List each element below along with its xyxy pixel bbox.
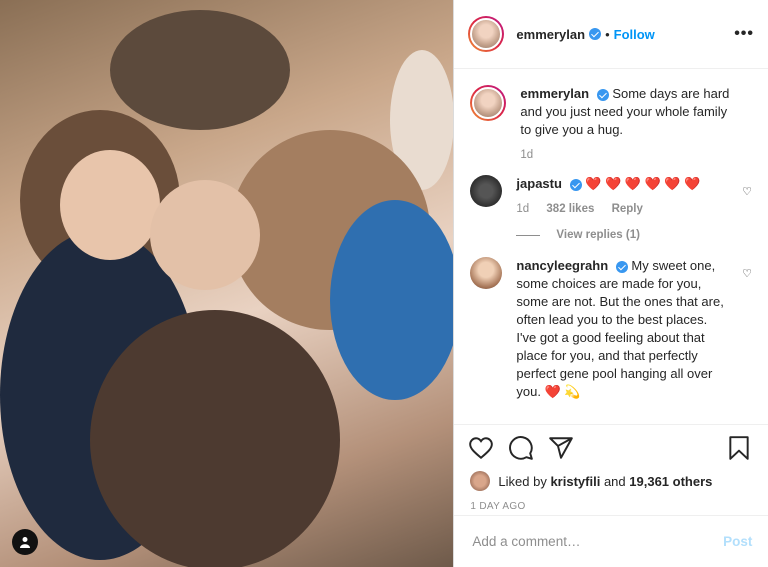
post-header: emmerylan • Follow ••• xyxy=(454,0,768,69)
bookmark-icon[interactable] xyxy=(726,435,752,461)
post-side-panel: emmerylan • Follow ••• emmerylan Some da… xyxy=(453,0,768,567)
comment-text: ❤️ ❤️ ❤️ ❤️ ❤️ ❤️ xyxy=(585,176,701,191)
comments-list: emmerylan Some days are hard and you jus… xyxy=(454,69,768,440)
caption-username[interactable]: emmerylan xyxy=(520,86,589,101)
author-avatar[interactable] xyxy=(470,85,507,121)
view-replies-button[interactable]: View replies (1) xyxy=(516,229,752,241)
comment-input[interactable] xyxy=(470,533,724,550)
view-replies-label: View replies (1) xyxy=(556,229,640,241)
comment-age[interactable]: 1d xyxy=(516,203,529,215)
photo-shape xyxy=(110,10,290,130)
instagram-post: emmerylan • Follow ••• emmerylan Some da… xyxy=(0,0,768,567)
likes-others[interactable]: 19,361 others xyxy=(629,474,712,489)
liker-username[interactable]: kristyfili xyxy=(550,474,600,489)
liker-avatar[interactable] xyxy=(470,471,491,491)
comment-text: My sweet one, some choices are made for … xyxy=(516,258,724,399)
comment-like-heart-icon[interactable]: ♡ xyxy=(742,185,752,198)
commenter-username[interactable]: japastu xyxy=(516,176,562,191)
photo-shape xyxy=(150,180,260,290)
photo-shape xyxy=(330,200,454,400)
likes-and: and xyxy=(603,473,626,489)
replies-divider xyxy=(516,234,541,236)
comment-icon[interactable] xyxy=(508,435,534,461)
author-username[interactable]: emmerylan xyxy=(516,27,585,42)
author-avatar[interactable] xyxy=(468,16,505,52)
commenter-username[interactable]: nancyleegrahn xyxy=(516,258,608,273)
reply-button[interactable]: Reply xyxy=(612,203,643,215)
comment-likes[interactable]: 382 likes xyxy=(546,203,594,215)
separator: • xyxy=(605,26,610,42)
heart-icon[interactable] xyxy=(468,435,494,461)
commenter-avatar[interactable] xyxy=(470,175,503,207)
caption-age: 1d xyxy=(520,149,534,161)
follow-button[interactable]: Follow xyxy=(614,27,655,42)
post-timestamp[interactable]: 1 DAY AGO xyxy=(454,495,768,512)
share-icon[interactable] xyxy=(548,435,574,461)
post-photo[interactable] xyxy=(0,0,454,567)
verified-badge-icon xyxy=(615,260,628,273)
post-comment-button[interactable]: Post xyxy=(723,534,752,549)
caption: emmerylan Some days are hard and you jus… xyxy=(470,85,752,161)
likes-summary: Liked by kristyfili and 19,361 others xyxy=(454,467,768,495)
photo-shape xyxy=(90,310,340,567)
comment-like-heart-icon[interactable]: ♡ xyxy=(742,267,752,280)
tagged-users-icon[interactable] xyxy=(12,529,38,555)
comment-item: nancyleegrahn My sweet one, some choices… xyxy=(470,257,752,401)
add-comment-bar: Post xyxy=(454,515,768,567)
photo-shape xyxy=(60,150,160,260)
verified-badge-icon xyxy=(569,178,582,191)
action-icons-row xyxy=(454,425,768,467)
verified-badge-icon xyxy=(596,88,609,101)
post-actions: Liked by kristyfili and 19,361 others 1 … xyxy=(454,424,768,512)
ellipsis-icon[interactable]: ••• xyxy=(734,25,754,43)
commenter-avatar[interactable] xyxy=(470,257,503,289)
comment-item: japastu ❤️ ❤️ ❤️ ❤️ ❤️ ❤️ 1d 382 likes R… xyxy=(470,175,752,215)
likes-prefix: Liked by xyxy=(498,473,547,489)
verified-badge-icon xyxy=(589,28,602,40)
